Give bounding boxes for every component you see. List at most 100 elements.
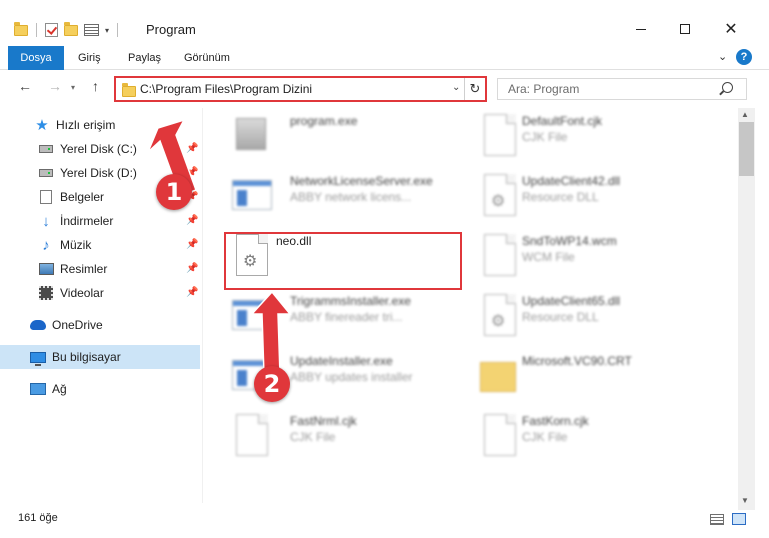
video-icon: [38, 285, 54, 301]
pin-icon[interactable]: 📌: [186, 239, 198, 250]
close-button[interactable]: ✕: [708, 14, 754, 44]
music-icon: ♪: [42, 236, 50, 254]
file-name: UpdateClient42.dll: [522, 174, 621, 188]
file-item[interactable]: FastKorn.cjk CJK File: [470, 408, 710, 464]
pin-icon[interactable]: 📌: [186, 287, 198, 298]
minimize-button[interactable]: [618, 14, 664, 44]
address-path[interactable]: C:\Program Files\Program Dizini: [140, 82, 312, 96]
tab-file[interactable]: Dosya: [8, 46, 64, 70]
sidebar-item-this-pc[interactable]: Bu bilgisayar: [0, 345, 200, 369]
file-name: Microsoft.VC90.CRT: [522, 354, 632, 368]
forward-arrow-icon[interactable]: →: [48, 78, 62, 94]
properties-icon[interactable]: [84, 24, 99, 36]
close-icon: ✕: [724, 21, 738, 38]
file-item[interactable]: Microsoft.VC90.CRT: [470, 348, 710, 404]
sidebar-item-music[interactable]: ♪ Müzik 📌: [0, 233, 200, 257]
step-marker-1: 1: [156, 174, 192, 210]
search-input[interactable]: Ara: Program: [497, 78, 747, 100]
file-type: Resource DLL: [522, 310, 599, 324]
file-item[interactable]: SndToWP14.wcm WCM File: [470, 228, 710, 284]
neo-dll-highlight-box: [224, 232, 462, 290]
file-type: ABBY finereader tri...: [290, 310, 403, 324]
program-icon: [232, 114, 272, 158]
scroll-thumb[interactable]: [739, 122, 754, 176]
sidebar-item-network[interactable]: Ağ: [0, 377, 200, 401]
address-bar[interactable]: C:\Program Files\Program Dizini ⌄ ↻: [114, 76, 487, 102]
pin-icon[interactable]: 📌: [186, 167, 198, 178]
sidebar-item-videos[interactable]: Videolar 📌: [0, 281, 200, 305]
recent-locations-chevron-icon[interactable]: ▾: [71, 83, 75, 92]
sidebar-item-downloads[interactable]: ↓ İndirmeler 📌: [0, 209, 200, 233]
sidebar-item-onedrive[interactable]: OneDrive: [0, 313, 200, 337]
vertical-scrollbar[interactable]: ▲ ▼: [738, 108, 755, 510]
ribbon-tabs: Dosya Giriş Paylaş Görünüm ⌄ ?: [0, 46, 769, 70]
dll-icon: [480, 294, 520, 338]
maximize-icon: [680, 24, 690, 34]
scroll-up-icon[interactable]: ▲: [741, 110, 749, 119]
customize-toolbar-chevron-icon[interactable]: ▾: [105, 26, 109, 35]
help-icon[interactable]: ?: [736, 49, 752, 65]
pin-icon[interactable]: 📌: [186, 215, 198, 226]
tab-view[interactable]: Görünüm: [184, 46, 230, 70]
sidebar-item-label: Bu bilgisayar: [52, 350, 121, 364]
onedrive-icon: [30, 317, 46, 333]
file-type: CJK File: [290, 430, 336, 444]
exe-icon: [232, 294, 272, 338]
file-name: program.exe: [290, 114, 358, 128]
navigation-bar: ← → ▾ ↑ C:\Program Files\Program Dizini …: [0, 72, 769, 104]
file-type: CJK File: [522, 430, 568, 444]
file-type: Resource DLL: [522, 190, 599, 204]
window-title: Program: [146, 22, 196, 37]
sidebar-item-label: Belgeler: [60, 190, 105, 204]
file-type: CJK File: [522, 130, 568, 144]
maximize-button[interactable]: [662, 14, 708, 44]
sidebar-item-label: Müzik: [60, 238, 92, 252]
toolbar-separator: [117, 23, 119, 37]
file-type: ABBY network licens...: [290, 190, 412, 204]
quick-access-toolbar: ▾: [14, 20, 120, 40]
address-dropdown-chevron-icon[interactable]: ⌄: [452, 82, 460, 93]
search-icon[interactable]: [722, 82, 733, 93]
file-item[interactable]: TrigrammsInstaller.exe ABBY finereader t…: [222, 288, 462, 344]
file-icon: [480, 114, 520, 158]
refresh-icon[interactable]: ↻: [464, 78, 485, 100]
back-arrow-icon[interactable]: ←: [18, 78, 32, 94]
properties-check-icon[interactable]: [45, 23, 58, 37]
file-list: program.exe NetworkLicenseServer.exe ABB…: [208, 108, 736, 498]
file-item[interactable]: DefaultFont.cjk CJK File: [470, 108, 710, 164]
file-name: NetworkLicenseServer.exe: [290, 174, 433, 188]
download-icon: ↓: [42, 212, 50, 230]
up-arrow-icon[interactable]: ↑: [92, 78, 99, 94]
folder-icon: [480, 354, 520, 398]
file-item[interactable]: UpdateClient65.dll Resource DLL: [470, 288, 710, 344]
folder-icon[interactable]: [14, 21, 28, 36]
file-item[interactable]: UpdateClient42.dll Resource DLL: [470, 168, 710, 224]
pin-icon[interactable]: 📌: [186, 263, 198, 274]
file-name: UpdateInstaller.exe: [290, 354, 393, 368]
step-marker-2: 2: [254, 366, 290, 402]
file-item[interactable]: program.exe: [222, 108, 462, 164]
file-type: ABBY updates installer: [290, 370, 413, 384]
explorer-window: ▾ Program ✕ Dosya Giriş Paylaş Görünüm ⌄…: [0, 0, 769, 538]
tab-share[interactable]: Paylaş: [128, 46, 161, 70]
file-item[interactable]: NetworkLicenseServer.exe ABBY network li…: [222, 168, 462, 224]
sidebar-item-local-disk-c[interactable]: Yerel Disk (C:) 📌: [0, 137, 200, 161]
sidebar-item-quick-access[interactable]: ★ Hızlı erişim: [0, 113, 200, 137]
tab-home[interactable]: Giriş: [78, 46, 101, 70]
sidebar-item-label: Resimler: [60, 262, 108, 276]
file-item[interactable]: FastNrml.cjk CJK File: [222, 408, 462, 464]
sidebar-item-pictures[interactable]: Resimler 📌: [0, 257, 200, 281]
pane-divider[interactable]: [202, 108, 203, 503]
details-view-icon[interactable]: [710, 514, 724, 525]
search-placeholder: Ara: Program: [508, 82, 580, 96]
pin-icon[interactable]: 📌: [186, 143, 198, 154]
expand-ribbon-chevron-icon[interactable]: ⌄: [718, 50, 727, 63]
large-icons-view-icon[interactable]: [732, 513, 746, 525]
disk-icon: [38, 141, 54, 157]
new-folder-icon[interactable]: [64, 21, 78, 36]
item-count: 161 öğe: [18, 512, 58, 524]
star-icon: ★: [35, 117, 49, 134]
file-name: SndToWP14.wcm: [522, 234, 617, 248]
scroll-down-icon[interactable]: ▼: [741, 496, 749, 505]
sidebar-item-label: Yerel Disk (C:): [60, 142, 137, 156]
